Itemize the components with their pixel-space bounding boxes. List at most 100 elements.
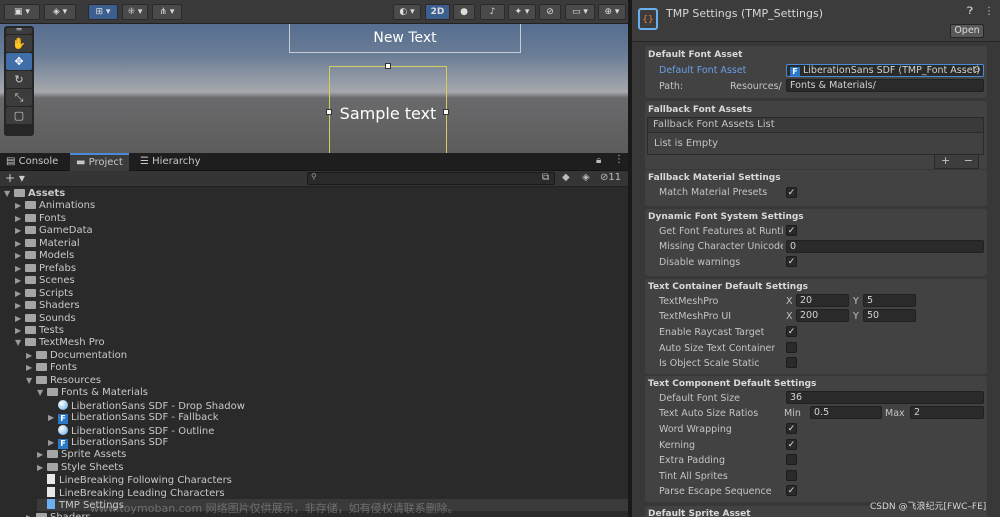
collapsed-arrow-icon[interactable]: ▶ xyxy=(15,313,25,325)
tree-folder-row[interactable]: ▶ Models xyxy=(15,250,74,262)
filter-icon[interactable]: ◆ xyxy=(562,172,570,183)
disable-warnings-checkbox[interactable]: ✓ xyxy=(786,256,797,267)
default-font-asset-field[interactable]: F LiberationSans SDF (TMP_Font Asset) xyxy=(786,64,984,77)
sample-text-object[interactable]: Sample text xyxy=(326,63,449,153)
increment-dropdown[interactable]: ⋔ ▾ xyxy=(152,4,182,20)
tree-asset-row[interactable]: LiberationSans SDF - Drop Shadow xyxy=(48,399,245,412)
tint-sprites-checkbox[interactable] xyxy=(786,470,797,481)
hidden-packages-icon[interactable]: ⊘11 xyxy=(600,172,621,183)
collapsed-arrow-icon[interactable]: ▶ xyxy=(15,325,25,337)
tree-asset-row[interactable]: LiberationSans SDF - Outline xyxy=(48,424,214,437)
object-picker-icon[interactable]: ⊙ xyxy=(973,65,981,75)
min-ratio-field[interactable]: 0.5 xyxy=(810,406,882,419)
collapsed-arrow-icon[interactable]: ▶ xyxy=(15,225,25,237)
render-mode-dropdown[interactable]: ◐ ▾ xyxy=(393,4,421,20)
collapsed-arrow-icon[interactable]: ▶ xyxy=(15,275,25,287)
more-options-icon[interactable]: ⋮ xyxy=(614,154,624,165)
expanded-arrow-icon[interactable]: ▼ xyxy=(37,387,47,399)
collapsed-arrow-icon[interactable]: ▶ xyxy=(48,437,58,449)
rect-handle[interactable] xyxy=(385,63,391,69)
collapsed-arrow-icon[interactable]: ▶ xyxy=(37,462,47,474)
kerning-checkbox[interactable]: ✓ xyxy=(786,439,797,450)
collapsed-arrow-icon[interactable]: ▶ xyxy=(15,213,25,225)
tmp-x-field[interactable]: 20 xyxy=(796,294,849,307)
expanded-arrow-icon[interactable]: ▼ xyxy=(15,337,25,349)
tree-folder-row[interactable]: ▶ Fonts xyxy=(26,362,77,374)
remove-item-button[interactable]: − xyxy=(964,154,973,167)
collapsed-arrow-icon[interactable]: ▶ xyxy=(26,350,36,362)
scale-tool-icon[interactable]: ⤡ xyxy=(6,89,32,106)
label-icon[interactable]: ◈ xyxy=(582,172,590,183)
tree-folder-row[interactable]: ▶ Scripts xyxy=(15,288,73,300)
open-button[interactable]: Open xyxy=(950,24,984,38)
snap-dropdown[interactable]: ⁜ ▾ xyxy=(122,4,148,20)
tab-hierarchy[interactable]: ☰ Hierarchy xyxy=(134,153,207,171)
rect-handle[interactable] xyxy=(326,109,332,115)
2d-toggle[interactable]: 2D xyxy=(425,4,450,20)
expanded-arrow-icon[interactable]: ▼ xyxy=(26,375,36,387)
collapsed-arrow-icon[interactable]: ▶ xyxy=(37,449,47,461)
tree-folder-row[interactable]: ▼ Resources xyxy=(26,375,101,387)
path-field[interactable]: Fonts & Materials/ xyxy=(786,79,984,92)
drag-handle[interactable]: ═ xyxy=(6,26,32,34)
tree-folder-row[interactable]: ▶ Documentation xyxy=(26,350,127,362)
create-button[interactable]: + ▾ xyxy=(5,171,25,186)
tree-folder-row[interactable]: ▶ Sounds xyxy=(15,313,76,325)
tree-folder-row[interactable]: ▶ Shaders xyxy=(26,512,91,517)
missing-unicode-field[interactable]: 0 xyxy=(786,240,984,253)
shading-dropdown[interactable]: ◈ ▾ xyxy=(44,4,76,20)
collapsed-arrow-icon[interactable]: ▶ xyxy=(26,362,36,374)
camera-dropdown[interactable]: ▭ ▾ xyxy=(565,4,595,20)
tab-project[interactable]: ▬ Project xyxy=(70,153,129,171)
autosize-checkbox[interactable] xyxy=(786,342,797,353)
escape-sequence-checkbox[interactable]: ✓ xyxy=(786,485,797,496)
tree-asset-row[interactable]: ▶ F LiberationSans SDF - Fallback xyxy=(48,412,219,425)
add-item-button[interactable]: + xyxy=(941,154,950,167)
scale-static-checkbox[interactable] xyxy=(786,357,797,368)
rect-tool-icon[interactable]: ▢ xyxy=(6,107,32,124)
tree-folder-row[interactable]: ▼ Fonts & Materials xyxy=(37,387,148,399)
hand-tool-icon[interactable]: ✋ xyxy=(6,35,32,52)
font-features-checkbox[interactable]: ✓ xyxy=(786,225,797,236)
scene-view[interactable]: ▣ ▾ ◈ ▾ ⊞ ▾ ⁜ ▾ ⋔ ▾ ◐ ▾ 2D ● ♪ ✦ ▾ ⊘ ▭ ▾… xyxy=(0,0,628,153)
word-wrap-checkbox[interactable]: ✓ xyxy=(786,423,797,434)
collapsed-arrow-icon[interactable]: ▶ xyxy=(15,300,25,312)
tree-asset-row[interactable]: ▶ F LiberationSans SDF xyxy=(48,437,168,449)
tab-console[interactable]: ▤ Console xyxy=(0,153,64,171)
search-input[interactable]: ⚲ xyxy=(307,172,555,185)
tmp-y-field[interactable]: 5 xyxy=(863,294,916,307)
collapsed-arrow-icon[interactable]: ▶ xyxy=(26,512,36,517)
rotate-tool-icon[interactable]: ↻ xyxy=(6,71,32,88)
visibility-icon[interactable]: ⊘ xyxy=(539,4,561,20)
move-tool-icon[interactable]: ✥ xyxy=(6,53,32,70)
effects-dropdown[interactable]: ✦ ▾ xyxy=(508,4,536,20)
collapsed-arrow-icon[interactable]: ▶ xyxy=(15,250,25,262)
collapsed-arrow-icon[interactable]: ▶ xyxy=(15,200,25,212)
tree-folder-row[interactable]: ▼ Assets xyxy=(4,188,65,200)
extra-padding-checkbox[interactable] xyxy=(786,454,797,465)
draw-mode-dropdown[interactable]: ▣ ▾ xyxy=(4,4,40,20)
tmpui-x-field[interactable]: 200 xyxy=(796,309,849,322)
tree-asset-row[interactable]: LineBreaking Following Characters xyxy=(37,474,232,486)
collapsed-arrow-icon[interactable]: ▶ xyxy=(15,238,25,250)
tree-folder-row[interactable]: ▶ Tests xyxy=(15,325,64,337)
font-size-field[interactable]: 36 xyxy=(786,391,984,404)
expanded-arrow-icon[interactable]: ▼ xyxy=(4,188,14,200)
tree-folder-row[interactable]: ▶ GameData xyxy=(15,225,93,237)
tree-folder-row[interactable]: ▶ Fonts xyxy=(15,213,66,225)
audio-icon[interactable]: ♪ xyxy=(480,4,505,20)
tree-asset-row[interactable]: LineBreaking Leading Characters xyxy=(37,486,225,499)
help-icon[interactable]: ❓︎ xyxy=(967,6,973,17)
raycast-checkbox[interactable]: ✓ xyxy=(786,326,797,337)
tree-folder-row[interactable]: ▶ Animations xyxy=(15,200,95,212)
collapsed-arrow-icon[interactable]: ▶ xyxy=(48,412,58,424)
match-material-checkbox[interactable]: ✓ xyxy=(786,187,797,198)
tree-folder-row[interactable]: ▶ Style Sheets xyxy=(37,462,123,474)
tree-folder-row[interactable]: ▶ Sprite Assets xyxy=(37,449,126,461)
lighting-icon[interactable]: ● xyxy=(453,4,475,20)
more-options-icon[interactable]: ⋮ xyxy=(984,6,994,17)
tree-folder-row[interactable]: ▶ Scenes xyxy=(15,275,75,287)
tree-folder-row[interactable]: ▶ Material xyxy=(15,238,80,250)
lock-icon[interactable]: 🔒︎ xyxy=(596,155,601,166)
tree-folder-row[interactable]: ▶ Shaders xyxy=(15,300,80,312)
